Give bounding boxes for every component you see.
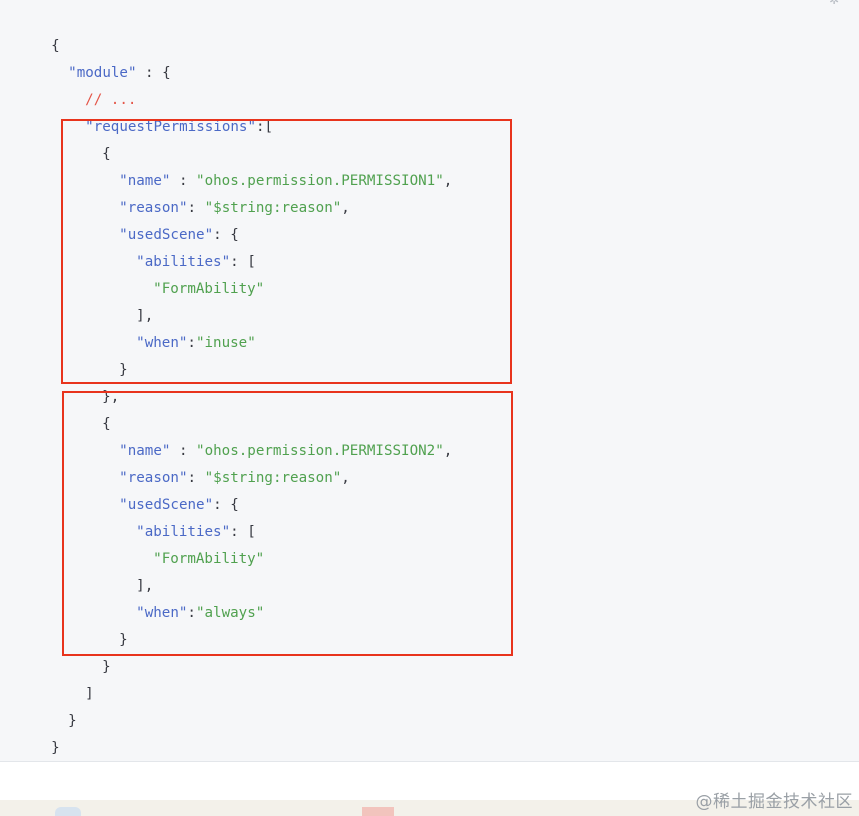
- code-line: "FormAbility": [153, 281, 265, 297]
- code-line: {: [102, 416, 111, 432]
- code-line: "abilities": [: [136, 524, 256, 540]
- code-line: {: [51, 38, 60, 54]
- code-block: ✲ { "module" : { // ... "requestPermissi…: [0, 0, 859, 762]
- taskbar-button-icon[interactable]: [55, 807, 81, 816]
- code-line: "abilities": [: [136, 254, 256, 270]
- code-line: },: [102, 389, 120, 405]
- code-line: ]: [85, 686, 94, 702]
- code-line: "reason": "$string:reason",: [119, 200, 350, 216]
- code-line: "usedScene": {: [119, 227, 239, 243]
- code-line: "requestPermissions":[: [85, 119, 274, 135]
- watermark: @稀土掘金技术社区: [695, 792, 853, 812]
- code-line: "when":"always": [136, 605, 265, 621]
- code-line: "name" : "ohos.permission.PERMISSION2",: [119, 443, 453, 459]
- code-line: {: [102, 146, 111, 162]
- code-line: "module" : {: [68, 65, 171, 81]
- code-line: }: [119, 632, 128, 648]
- code-line: "FormAbility": [153, 551, 265, 567]
- code-line: }: [51, 740, 60, 756]
- code-line: }: [68, 713, 77, 729]
- code-line: }: [102, 659, 111, 675]
- code-line: "reason": "$string:reason",: [119, 470, 350, 486]
- code-line: "usedScene": {: [119, 497, 239, 513]
- code-comment-line: // ...: [85, 92, 137, 108]
- copy-icon[interactable]: ✲: [829, 0, 843, 6]
- code-line: ],: [136, 578, 154, 594]
- taskbar-button-icon[interactable]: [362, 807, 394, 816]
- code-line: "when":"inuse": [136, 335, 256, 351]
- code-line: "name" : "ohos.permission.PERMISSION1",: [119, 173, 453, 189]
- code-line: }: [119, 362, 128, 378]
- code-line: ],: [136, 308, 154, 324]
